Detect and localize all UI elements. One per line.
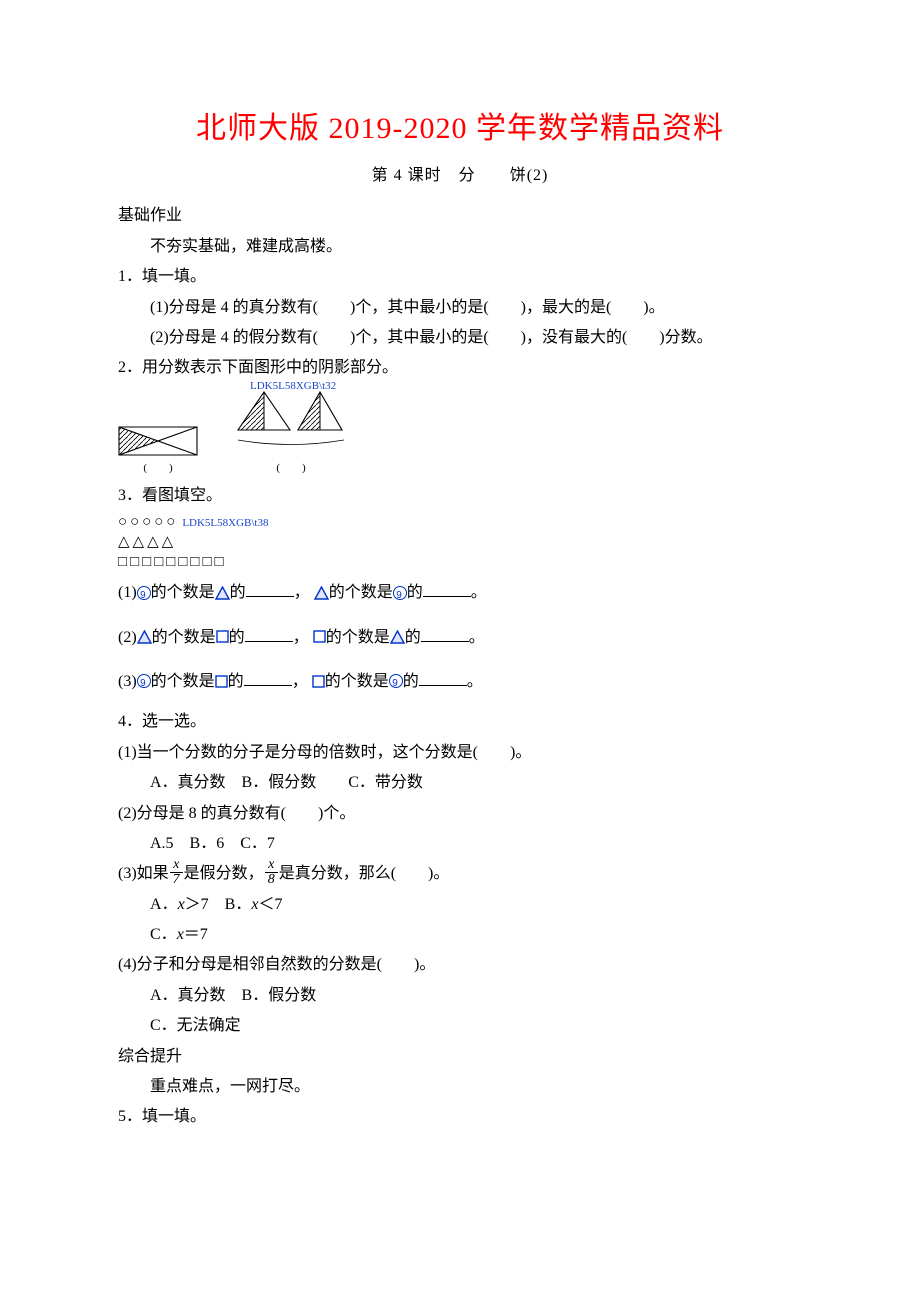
q3-1: (1)9的个数是的， 的个数是9的。 <box>118 578 802 608</box>
q4-2: (2)分母是 8 的真分数有( )个。 <box>118 799 802 829</box>
q2-head: 2．用分数表示下面图形中的阴影部分。 <box>118 353 802 383</box>
q3-1-idx: (1) <box>118 584 137 601</box>
q3-head: 3．看图填空。 <box>118 481 802 511</box>
q3-2-idx: (2) <box>118 629 137 646</box>
q2-figures: ( ) LDK5L58XGB\t32 ( ) <box>118 390 802 479</box>
t: ＜7 <box>258 896 282 913</box>
triangle-icon <box>314 584 329 601</box>
q4-4-optAB: A．真分数 B．假分数 <box>150 981 802 1011</box>
subtitle-part-c: 饼(2) <box>510 167 549 184</box>
t: 的 <box>405 629 421 646</box>
blank <box>421 626 469 641</box>
t: 的个数是 <box>152 629 216 646</box>
t: 的 <box>230 584 246 601</box>
q4-4: (4)分子和分母是相邻自然数的分数是( )。 <box>118 950 802 980</box>
blank <box>423 582 471 597</box>
square-icon <box>312 673 325 690</box>
square-icon <box>313 629 326 646</box>
q4-1-opt: A．真分数 B．假分数 C．带分数 <box>150 768 802 798</box>
t: 的个数是 <box>325 673 389 690</box>
q4-3: (3)如果x7是假分数，x8是真分数，那么( )。 <box>118 859 802 889</box>
figure-rectangle <box>118 426 198 456</box>
triangle-icon <box>215 584 230 601</box>
q3-3: (3)9的个数是的， 的个数是9的。 <box>118 667 802 697</box>
fraction-x-8: x8 <box>265 858 278 887</box>
q3-3-idx: (3) <box>118 673 137 690</box>
circle-icon: 9 <box>389 674 403 688</box>
circle-icon: 9 <box>137 586 151 600</box>
q5-head: 5．填一填。 <box>118 1102 802 1132</box>
shape-triangles: △△△△ <box>118 533 802 551</box>
triangle-icon <box>390 629 405 646</box>
q1-2: (2)分母是 4 的假分数有( )个，其中最小的是( )，没有最大的( )分数。 <box>150 323 802 353</box>
t: C． <box>150 926 177 943</box>
t: A． <box>150 896 178 913</box>
fig1-caption: ( ) <box>143 458 172 479</box>
triangle-icon <box>137 629 152 646</box>
q4-1: (1)当一个分数的分子是分母的倍数时，这个分数是( )。 <box>118 738 802 768</box>
circle-icon: 9 <box>137 674 151 688</box>
overlay-code-2: LDK5L58XGB\t38 <box>182 517 268 529</box>
section-basic-sub: 不夯实基础，难建成高楼。 <box>150 232 802 262</box>
blank <box>419 671 467 686</box>
lesson-subtitle: 第 4 课时 分 饼(2) <box>118 161 802 191</box>
square-icon <box>216 629 229 646</box>
q4-4-optC: C．无法确定 <box>150 1011 802 1041</box>
blank <box>246 582 294 597</box>
t: 的个数是 <box>151 673 215 690</box>
overlay-code-1: LDK5L58XGB\t32 <box>250 376 336 397</box>
t: (3)如果 <box>118 865 169 882</box>
blank <box>245 626 293 641</box>
fraction-x-7: x7 <box>170 858 183 887</box>
q1-head: 1．填一填。 <box>118 262 802 292</box>
t: 的 <box>403 673 419 690</box>
section-comprehensive-sub: 重点难点，一网打尽。 <box>150 1072 802 1102</box>
subtitle-part-b: 分 <box>459 167 476 184</box>
t: ， <box>292 673 308 690</box>
section-basic: 基础作业 <box>118 201 802 231</box>
t: 的 <box>407 584 423 601</box>
page-title: 北师大版 2019-2020 学年数学精品资料 <box>118 100 802 157</box>
t: 的 <box>228 673 244 690</box>
q3-2: (2)的个数是的， 的个数是的。 <box>118 623 802 653</box>
q4-2-opt: A.5 B．6 C．7 <box>150 829 802 859</box>
var-x: x <box>178 896 185 913</box>
t: 。 <box>471 584 487 601</box>
q1-1: (1)分母是 4 的真分数有( )个，其中最小的是( )，最大的是( )。 <box>150 293 802 323</box>
blank <box>244 671 292 686</box>
t: 的个数是 <box>329 584 393 601</box>
t: 是真分数，那么( )。 <box>279 865 450 882</box>
square-icon <box>215 673 228 690</box>
t: 。 <box>467 673 483 690</box>
t: ＝7 <box>184 926 208 943</box>
shape-squares: □□□□□□□□□ <box>118 553 802 571</box>
q4-3-optC: C．x＝7 <box>150 920 802 950</box>
t: ＞7 B． <box>185 896 252 913</box>
q4-head: 4．选一选。 <box>118 707 802 737</box>
t: 的个数是 <box>151 584 215 601</box>
t: 是假分数， <box>184 865 264 882</box>
t: ， <box>294 584 310 601</box>
q4-3-optAB: A．x＞7 B．x＜7 <box>150 890 802 920</box>
subtitle-part-a: 第 4 课时 <box>372 167 442 184</box>
var-x: x <box>177 926 184 943</box>
circle-icon: 9 <box>393 586 407 600</box>
shape-circles: ○○○○○ LDK5L58XGB\t38 <box>118 513 802 531</box>
section-comprehensive: 综合提升 <box>118 1042 802 1072</box>
t: 的个数是 <box>326 629 390 646</box>
t: 的 <box>229 629 245 646</box>
t: ， <box>293 629 309 646</box>
t: 。 <box>469 629 485 646</box>
fig2-caption: ( ) <box>276 458 305 479</box>
